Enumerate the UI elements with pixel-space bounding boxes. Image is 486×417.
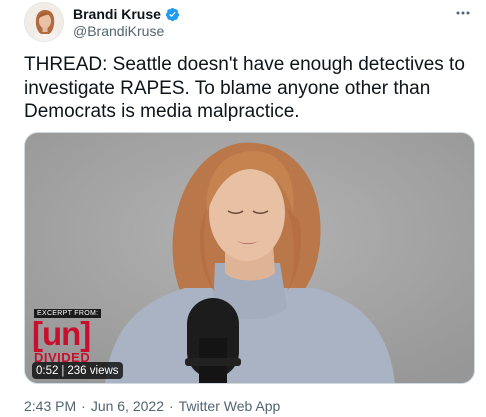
video-duration-badge: 0:52 | 236 views — [32, 362, 123, 379]
avatar[interactable] — [24, 2, 64, 42]
tweet: Brandi Kruse @BrandiKruse THREAD: Seattl… — [0, 0, 486, 417]
tweet-source[interactable]: Twitter Web App — [179, 398, 281, 414]
meta-separator: · — [168, 398, 174, 414]
display-name[interactable]: Brandi Kruse — [73, 6, 161, 22]
video-player[interactable]: EXCERPT FROM: [un] DIVIDED 0:52 | 236 vi… — [24, 132, 475, 384]
badge-separator: | — [61, 364, 65, 377]
video-thumbnail — [25, 133, 474, 383]
avatar-image — [25, 3, 63, 41]
verified-badge-icon — [165, 7, 179, 21]
tweet-meta: 2:43 PM · Jun 6, 2022 · Twitter Web App — [24, 398, 280, 414]
video-views: 236 views — [67, 364, 119, 377]
unDivided-logo: [un] — [32, 315, 91, 352]
video-duration: 0:52 — [36, 364, 59, 377]
tweet-time[interactable]: 2:43 PM — [24, 398, 76, 414]
tweet-text: THREAD: Seattle doesn't have enough dete… — [24, 54, 471, 122]
name-row: Brandi Kruse — [73, 5, 180, 23]
more-options-icon — [456, 11, 470, 15]
user-handle[interactable]: @BrandiKruse — [73, 23, 164, 39]
more-options-button[interactable] — [452, 4, 474, 22]
meta-separator: · — [81, 398, 86, 414]
tweet-date[interactable]: Jun 6, 2022 — [91, 398, 164, 414]
